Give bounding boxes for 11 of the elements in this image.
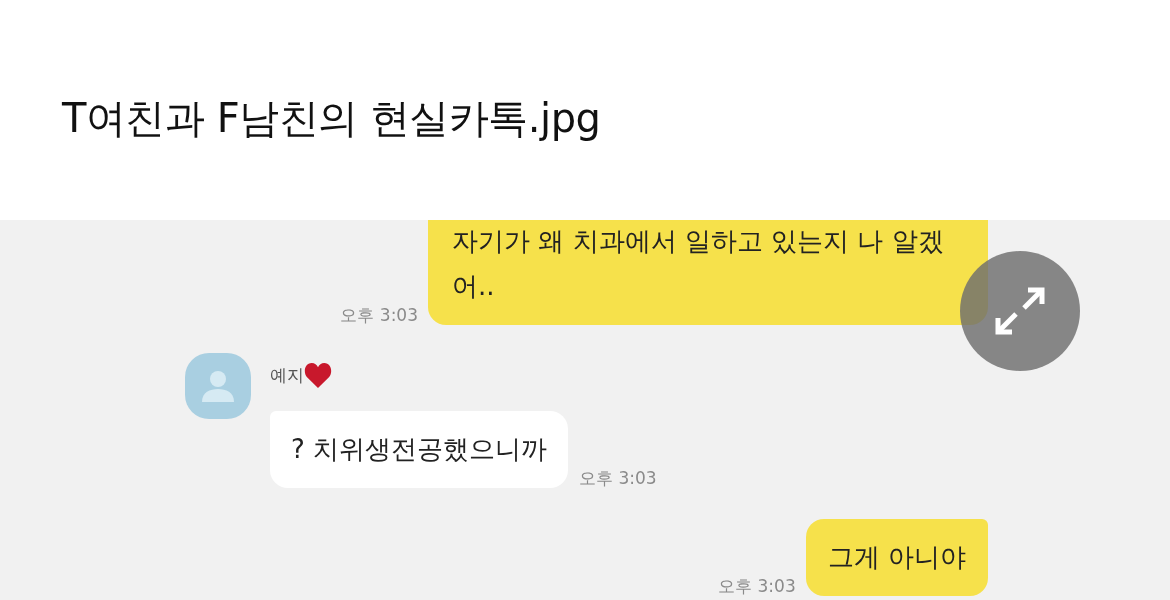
- expand-icon: [995, 287, 1045, 335]
- message-time: 오후 3:03: [579, 468, 657, 488]
- message-time: 오후 3:03: [340, 305, 418, 325]
- post-title: T여친과 F남친의 현실카톡.jpg: [62, 94, 601, 142]
- chat-message: 그게 아니야: [805, 519, 988, 596]
- chat-message: 자기가 왜 치과에서 일하고 있는지 나 알겠어..: [428, 220, 988, 325]
- message-time: 오후 3:03: [718, 576, 796, 596]
- avatar-icon: [185, 353, 251, 419]
- heart-icon: [304, 362, 332, 388]
- sender-name: 예지: [270, 364, 304, 387]
- chat-message: ? 치위생전공했으니까: [270, 411, 569, 488]
